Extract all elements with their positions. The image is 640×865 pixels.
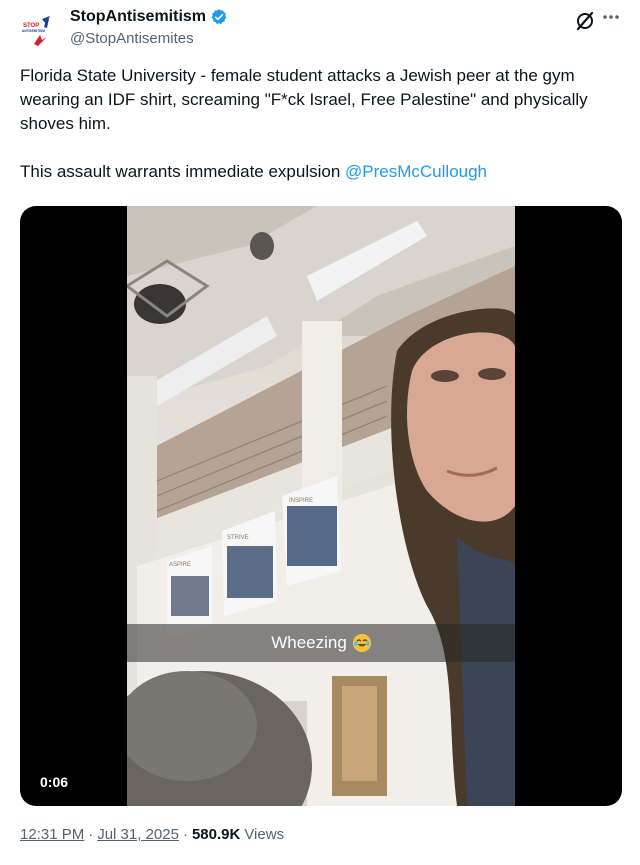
verified-badge-icon	[210, 8, 228, 26]
handle[interactable]: @StopAntisemites	[70, 30, 194, 47]
name-row: StopAntisemitism	[70, 8, 228, 26]
avatar-text-bottom: ANTISEMITISM	[22, 29, 45, 33]
video-duration: 0:06	[40, 774, 69, 790]
tweet-footer: 12:31 PM · Jul 31, 2025 · 580.9K Views	[20, 826, 284, 843]
tweet-header: STOP ANTISEMITISM StopAntisemitism @Stop…	[0, 0, 640, 62]
stopantisemitism-logo-icon: STOP ANTISEMITISM	[22, 16, 50, 46]
views-label: Views	[244, 826, 285, 843]
avatar[interactable]: STOP ANTISEMITISM	[20, 10, 60, 50]
mention-link[interactable]: @PresMcCullough	[345, 162, 487, 181]
video-frame[interactable]: ASPIRE STRIVE INSPIRE	[127, 206, 515, 806]
tweet-paragraph-2: This assault warrants immediate expulsio…	[20, 160, 620, 184]
tweet-paragraph-1: Florida State University - female studen…	[20, 66, 588, 133]
views-count[interactable]: 580.9K	[192, 826, 240, 843]
more-options-icon[interactable]	[600, 6, 622, 28]
video-scene: ASPIRE STRIVE INSPIRE	[127, 206, 515, 806]
poster-label-1: ASPIRE	[169, 562, 191, 568]
grok-icon[interactable]	[574, 10, 596, 32]
video-caption: Wheezing	[127, 624, 515, 662]
caption-text: Wheezing	[271, 633, 347, 652]
footer-separator-1: ·	[88, 826, 94, 843]
footer-separator-2: ·	[182, 826, 188, 843]
tweet-paragraph-2-text: This assault warrants immediate expulsio…	[20, 162, 346, 181]
tweet-text: Florida State University - female studen…	[20, 64, 620, 184]
crying-laughing-emoji-icon	[352, 634, 371, 652]
tweet-date[interactable]: Jul 31, 2025	[97, 826, 179, 843]
poster-label-2: STRIVE	[227, 535, 249, 541]
poster-label-3: INSPIRE	[289, 498, 313, 504]
video-player[interactable]: ASPIRE STRIVE INSPIRE Wheezing 0:06	[20, 206, 622, 806]
tweet-time[interactable]: 12:31 PM	[20, 826, 84, 843]
tweet: STOP ANTISEMITISM StopAntisemitism @Stop…	[0, 0, 640, 865]
display-name[interactable]: StopAntisemitism	[70, 8, 206, 26]
